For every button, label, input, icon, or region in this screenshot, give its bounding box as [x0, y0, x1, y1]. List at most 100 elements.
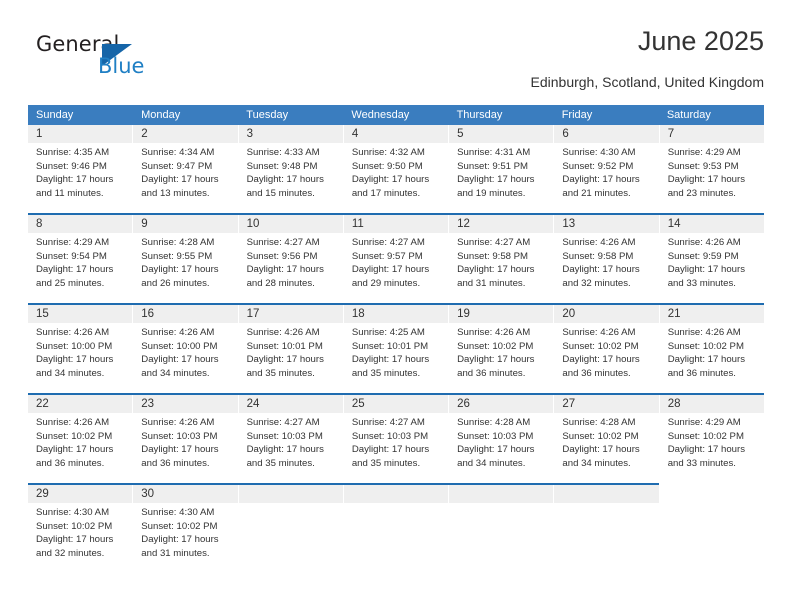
day-cell[interactable]: 4 Sunrise: 4:32 AM Sunset: 9:50 PM Dayli…: [343, 125, 450, 213]
daylight-text-line1: Daylight: 17 hours: [457, 354, 535, 366]
day-cell[interactable]: 29 Sunrise: 4:30 AM Sunset: 10:02 PM Day…: [28, 485, 134, 573]
sunrise-text: Sunrise: 4:26 AM: [457, 327, 531, 338]
sunrise-text: Sunrise: 4:26 AM: [246, 327, 320, 338]
daylight-text-line2: and 35 minutes.: [246, 457, 315, 469]
day-cell[interactable]: 1 Sunrise: 4:35 AM Sunset: 9:46 PM Dayli…: [28, 125, 134, 213]
day-number-band: [554, 485, 659, 503]
day-details: Sunrise: 4:30 AM Sunset: 10:02 PM Daylig…: [133, 503, 237, 560]
day-cell[interactable]: 3 Sunrise: 4:33 AM Sunset: 9:48 PM Dayli…: [238, 125, 344, 213]
daylight-text-line2: and 17 minutes.: [351, 187, 421, 199]
day-details: Sunrise: 4:28 AM Sunset: 10:03 PM Daylig…: [449, 413, 553, 470]
day-cell[interactable]: 28 Sunrise: 4:29 AM Sunset: 10:02 PM Day…: [659, 395, 764, 483]
sunrise-text: Sunrise: 4:26 AM: [141, 417, 215, 428]
day-number: 21: [667, 308, 681, 320]
day-cell[interactable]: 19 Sunrise: 4:26 AM Sunset: 10:02 PM Day…: [449, 305, 555, 393]
day-cell[interactable]: 20 Sunrise: 4:26 AM Sunset: 10:02 PM Day…: [554, 305, 660, 393]
day-details: Sunrise: 4:30 AM Sunset: 9:52 PM Dayligh…: [554, 143, 658, 200]
day-cell[interactable]: 10 Sunrise: 4:27 AM Sunset: 9:56 PM Dayl…: [238, 215, 344, 303]
day-number-band: [343, 485, 449, 503]
day-details: Sunrise: 4:26 AM Sunset: 10:02 PM Daylig…: [554, 323, 658, 380]
sunset-text: Sunset: 10:03 PM: [141, 430, 218, 442]
daylight-text-line1: Daylight: 17 hours: [667, 444, 746, 456]
day-cell[interactable]: 15 Sunrise: 4:26 AM Sunset: 10:00 PM Day…: [28, 305, 134, 393]
daylight-text-line2: and 34 minutes.: [36, 367, 105, 379]
day-number-band: 24: [238, 395, 343, 413]
day-number: 25: [351, 398, 365, 410]
sunset-text: Sunset: 9:48 PM: [246, 160, 318, 172]
day-cell[interactable]: 30 Sunrise: 4:30 AM Sunset: 10:02 PM Day…: [133, 485, 239, 573]
day-details: Sunrise: 4:35 AM Sunset: 9:46 PM Dayligh…: [28, 143, 132, 200]
sunset-text: Sunset: 9:58 PM: [457, 250, 529, 262]
day-number: 22: [36, 398, 49, 410]
day-cell[interactable]: 23 Sunrise: 4:26 AM Sunset: 10:03 PM Day…: [133, 395, 239, 483]
day-number-band: 4: [343, 125, 449, 143]
daylight-text-line1: Daylight: 17 hours: [351, 264, 430, 276]
day-number-band: 13: [554, 215, 659, 233]
daylight-text-line2: and 28 minutes.: [246, 277, 315, 289]
day-cell[interactable]: 8 Sunrise: 4:29 AM Sunset: 9:54 PM Dayli…: [28, 215, 134, 303]
day-cell[interactable]: 14 Sunrise: 4:26 AM Sunset: 9:59 PM Dayl…: [659, 215, 764, 303]
week-cells: 15 Sunrise: 4:26 AM Sunset: 10:00 PM Day…: [28, 305, 764, 393]
day-cell[interactable]: 21 Sunrise: 4:26 AM Sunset: 10:02 PM Day…: [659, 305, 764, 393]
day-cell[interactable]: 9 Sunrise: 4:28 AM Sunset: 9:55 PM Dayli…: [133, 215, 239, 303]
sunrise-text: Sunrise: 4:28 AM: [562, 417, 636, 428]
day-cell[interactable]: 24 Sunrise: 4:27 AM Sunset: 10:03 PM Day…: [238, 395, 344, 483]
day-details: Sunrise: 4:31 AM Sunset: 9:51 PM Dayligh…: [449, 143, 553, 200]
day-cell[interactable]: 13 Sunrise: 4:26 AM Sunset: 9:58 PM Dayl…: [554, 215, 660, 303]
daylight-text-line2: and 25 minutes.: [36, 277, 105, 289]
sunset-text: Sunset: 10:00 PM: [141, 340, 218, 352]
day-details: Sunrise: 4:29 AM Sunset: 9:53 PM Dayligh…: [660, 143, 764, 200]
day-details: Sunrise: 4:28 AM Sunset: 10:02 PM Daylig…: [554, 413, 658, 470]
sunset-text: Sunset: 10:02 PM: [457, 340, 534, 352]
day-number: 17: [246, 308, 260, 320]
daylight-text-line1: Daylight: 17 hours: [457, 264, 535, 276]
day-cell[interactable]: 11 Sunrise: 4:27 AM Sunset: 9:57 PM Dayl…: [343, 215, 450, 303]
day-cell[interactable]: 5 Sunrise: 4:31 AM Sunset: 9:51 PM Dayli…: [449, 125, 555, 213]
sunset-text: Sunset: 10:02 PM: [667, 340, 744, 352]
sunrise-text: Sunrise: 4:31 AM: [457, 147, 531, 158]
day-number-band: 21: [659, 305, 764, 323]
day-number-band: 2: [133, 125, 238, 143]
day-number: 15: [36, 308, 49, 320]
day-cell[interactable]: 26 Sunrise: 4:28 AM Sunset: 10:03 PM Day…: [449, 395, 555, 483]
daylight-text-line2: and 19 minutes.: [457, 187, 526, 199]
weekday-header-tuesday: Tuesday: [246, 109, 289, 121]
daylight-text-line2: and 35 minutes.: [351, 367, 421, 379]
day-number: 3: [246, 128, 253, 140]
day-details: [449, 503, 553, 506]
day-cell[interactable]: 27 Sunrise: 4:28 AM Sunset: 10:02 PM Day…: [554, 395, 660, 483]
day-details: Sunrise: 4:27 AM Sunset: 9:57 PM Dayligh…: [344, 233, 448, 290]
day-details: Sunrise: 4:26 AM Sunset: 10:00 PM Daylig…: [133, 323, 237, 380]
sunrise-text: Sunrise: 4:32 AM: [351, 147, 425, 158]
day-number: 24: [246, 398, 260, 410]
day-details: Sunrise: 4:28 AM Sunset: 9:55 PM Dayligh…: [133, 233, 237, 290]
day-cell[interactable]: 22 Sunrise: 4:26 AM Sunset: 10:02 PM Day…: [28, 395, 134, 483]
daylight-text-line1: Daylight: 17 hours: [246, 264, 324, 276]
day-cell[interactable]: 25 Sunrise: 4:27 AM Sunset: 10:03 PM Day…: [343, 395, 450, 483]
day-cell[interactable]: 16 Sunrise: 4:26 AM Sunset: 10:00 PM Day…: [133, 305, 239, 393]
day-cell[interactable]: 18 Sunrise: 4:25 AM Sunset: 10:01 PM Day…: [343, 305, 450, 393]
day-cell[interactable]: 17 Sunrise: 4:26 AM Sunset: 10:01 PM Day…: [238, 305, 344, 393]
sunset-text: Sunset: 10:03 PM: [246, 430, 323, 442]
day-details: Sunrise: 4:29 AM Sunset: 10:02 PM Daylig…: [660, 413, 764, 470]
day-cell[interactable]: 6 Sunrise: 4:30 AM Sunset: 9:52 PM Dayli…: [554, 125, 660, 213]
sunset-text: Sunset: 10:03 PM: [457, 430, 534, 442]
weekday-header-thursday: Thursday: [456, 109, 503, 121]
day-number: 20: [562, 308, 576, 320]
daylight-text-line2: and 33 minutes.: [667, 277, 736, 289]
day-details: Sunrise: 4:26 AM Sunset: 10:02 PM Daylig…: [449, 323, 553, 380]
day-number-band: 8: [28, 215, 133, 233]
daylight-text-line2: and 13 minutes.: [141, 187, 210, 199]
daylight-text-line2: and 33 minutes.: [667, 457, 736, 469]
daylight-text-line1: Daylight: 17 hours: [141, 534, 219, 546]
week-row: 22 Sunrise: 4:26 AM Sunset: 10:02 PM Day…: [28, 395, 764, 485]
daylight-text-line2: and 35 minutes.: [246, 367, 315, 379]
sunrise-text: Sunrise: 4:27 AM: [246, 237, 320, 248]
day-cell[interactable]: 2 Sunrise: 4:34 AM Sunset: 9:47 PM Dayli…: [133, 125, 239, 213]
logo-word-blue: Blue: [98, 54, 145, 78]
day-cell[interactable]: 12 Sunrise: 4:27 AM Sunset: 9:58 PM Dayl…: [449, 215, 555, 303]
day-cell[interactable]: 7 Sunrise: 4:29 AM Sunset: 9:53 PM Dayli…: [659, 125, 764, 213]
daylight-text-line2: and 21 minutes.: [562, 187, 631, 199]
day-number-band: 23: [133, 395, 238, 413]
day-details: Sunrise: 4:34 AM Sunset: 9:47 PM Dayligh…: [133, 143, 237, 200]
